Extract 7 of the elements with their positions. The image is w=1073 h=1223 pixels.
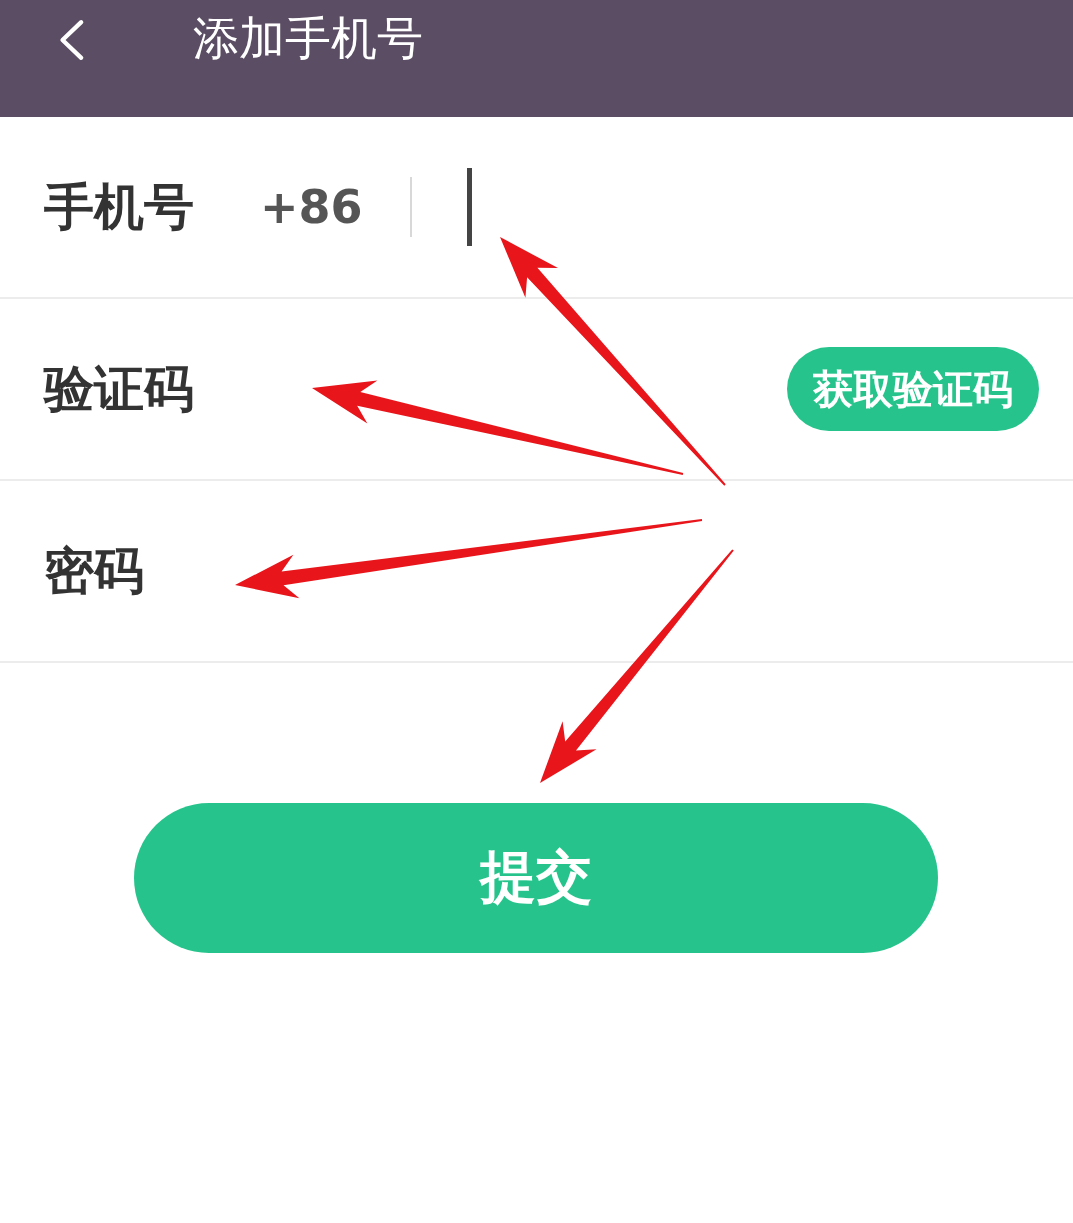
get-code-button[interactable]: 获取验证码: [787, 347, 1039, 431]
field-label: 手机号: [44, 176, 195, 238]
page-title: 添加手机号: [193, 10, 423, 67]
field-label: 验证码: [44, 358, 195, 420]
field-label: 密码: [44, 540, 145, 602]
country-code[interactable]: +86: [260, 180, 410, 234]
submit-button[interactable]: 提交: [133, 803, 938, 953]
